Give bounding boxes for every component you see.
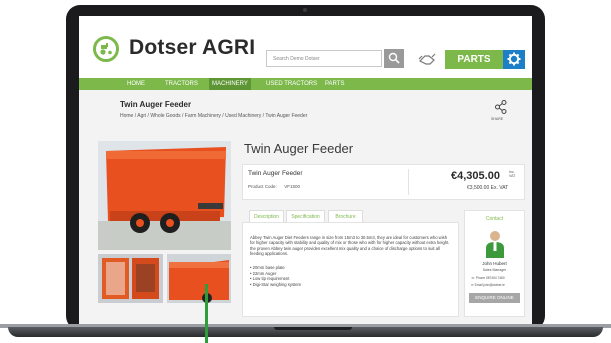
nav-item-used-tractors[interactable]: USED TRACTORS: [266, 78, 317, 90]
breadcrumb-used-machinery[interactable]: Used Machinery: [225, 113, 261, 119]
tractor-logo-icon[interactable]: [93, 36, 119, 62]
breadcrumb-home[interactable]: Home: [120, 113, 133, 119]
description-panel: Abbey Twin Auger Diet Feeders range in s…: [242, 222, 459, 317]
contact-phone: ☏ Phone 087454 7480: [471, 276, 505, 280]
laptop-notch: [274, 327, 352, 330]
parts-button[interactable]: PARTS: [445, 50, 525, 69]
laptop-screen: Dotser AGRI Search Demo Dotser PARTS HOM…: [79, 16, 532, 324]
product-code-value: VF1500: [284, 184, 301, 189]
description-text: Abbey Twin Auger Diet Feeders range in s…: [250, 235, 450, 256]
product-name: Twin Auger Feeder: [248, 170, 303, 177]
avatar: [486, 231, 504, 258]
product-thumbnail-1[interactable]: [98, 254, 163, 303]
share-label: SHARE: [491, 117, 504, 121]
price-box: Twin Auger Feeder Product Code: VF1500 €…: [242, 164, 525, 200]
contact-role: Sales Manager: [482, 268, 507, 272]
handshake-icon[interactable]: [416, 48, 438, 70]
parts-label: PARTS: [457, 54, 491, 65]
share-icon[interactable]: [495, 100, 507, 114]
contact-name: John Hubert: [482, 261, 507, 266]
camera-dot: [303, 8, 307, 12]
product-thumbnail-2[interactable]: [167, 254, 231, 303]
brand-name[interactable]: Dotser AGRI: [129, 36, 255, 60]
contact-email: ✉ Email john@dotser.ie: [471, 283, 505, 287]
feature-item: • Digi-Star weighing system: [250, 281, 302, 287]
main-nav: HOME TRACTORS MACHINERY USED TRACTORS PA…: [79, 78, 532, 90]
pointer-line: [205, 284, 208, 343]
contact-card: Contact John Hubert Sales Manager ☏ Phon…: [464, 210, 525, 317]
breadcrumb-current: Twin Auger Feeder: [265, 113, 308, 119]
nav-item-home[interactable]: HOME: [127, 78, 145, 90]
enquire-online-button[interactable]: ENQUIRE ONLINE: [469, 293, 520, 303]
gear-icon[interactable]: [503, 50, 525, 69]
breadcrumb: Home / Agri / Whole Goods / Farm Machine…: [120, 113, 308, 119]
price-inc-vat: €4,305.00: [451, 170, 500, 182]
laptop-base: [8, 327, 603, 337]
page-header: Twin Auger Feeder Home / Agri / Whole Go…: [79, 90, 532, 130]
price-divider: [408, 169, 409, 195]
feature-list: • 20mm base plate • 22mm Auger • Low tip…: [250, 265, 301, 287]
price-ex-vat: €3,500.00 Ex. VAT: [467, 185, 509, 191]
product-title: Twin Auger Feeder: [244, 141, 354, 156]
nav-item-machinery[interactable]: MACHINERY: [209, 78, 251, 90]
search-input[interactable]: Search Demo Dotser: [266, 50, 382, 67]
laptop-frame: Dotser AGRI Search Demo Dotser PARTS HOM…: [66, 5, 545, 330]
search-icon: [388, 52, 400, 64]
contact-title: Contact: [485, 216, 504, 222]
nav-item-tractors[interactable]: TRACTORS: [165, 78, 198, 90]
breadcrumb-agri[interactable]: Agri: [137, 113, 146, 119]
product-main-image[interactable]: [98, 141, 231, 250]
product-code-label: Product Code:: [248, 184, 277, 189]
price-vat-word: VAT: [509, 174, 516, 178]
product-content: Twin Auger Feeder Twin Auger Feeder Prod…: [79, 130, 532, 324]
breadcrumb-farm-machinery[interactable]: Farm Machinery: [185, 113, 221, 119]
search-button[interactable]: [384, 49, 404, 68]
product-code: Product Code: VF1500: [248, 184, 300, 189]
nav-item-parts[interactable]: PARTS: [325, 78, 344, 90]
price-inc-label: Inc. VAT: [509, 170, 515, 178]
breadcrumb-whole-goods[interactable]: Whole Goods: [150, 113, 180, 119]
site-header: Dotser AGRI Search Demo Dotser PARTS: [79, 16, 532, 78]
page-title: Twin Auger Feeder: [120, 100, 192, 109]
